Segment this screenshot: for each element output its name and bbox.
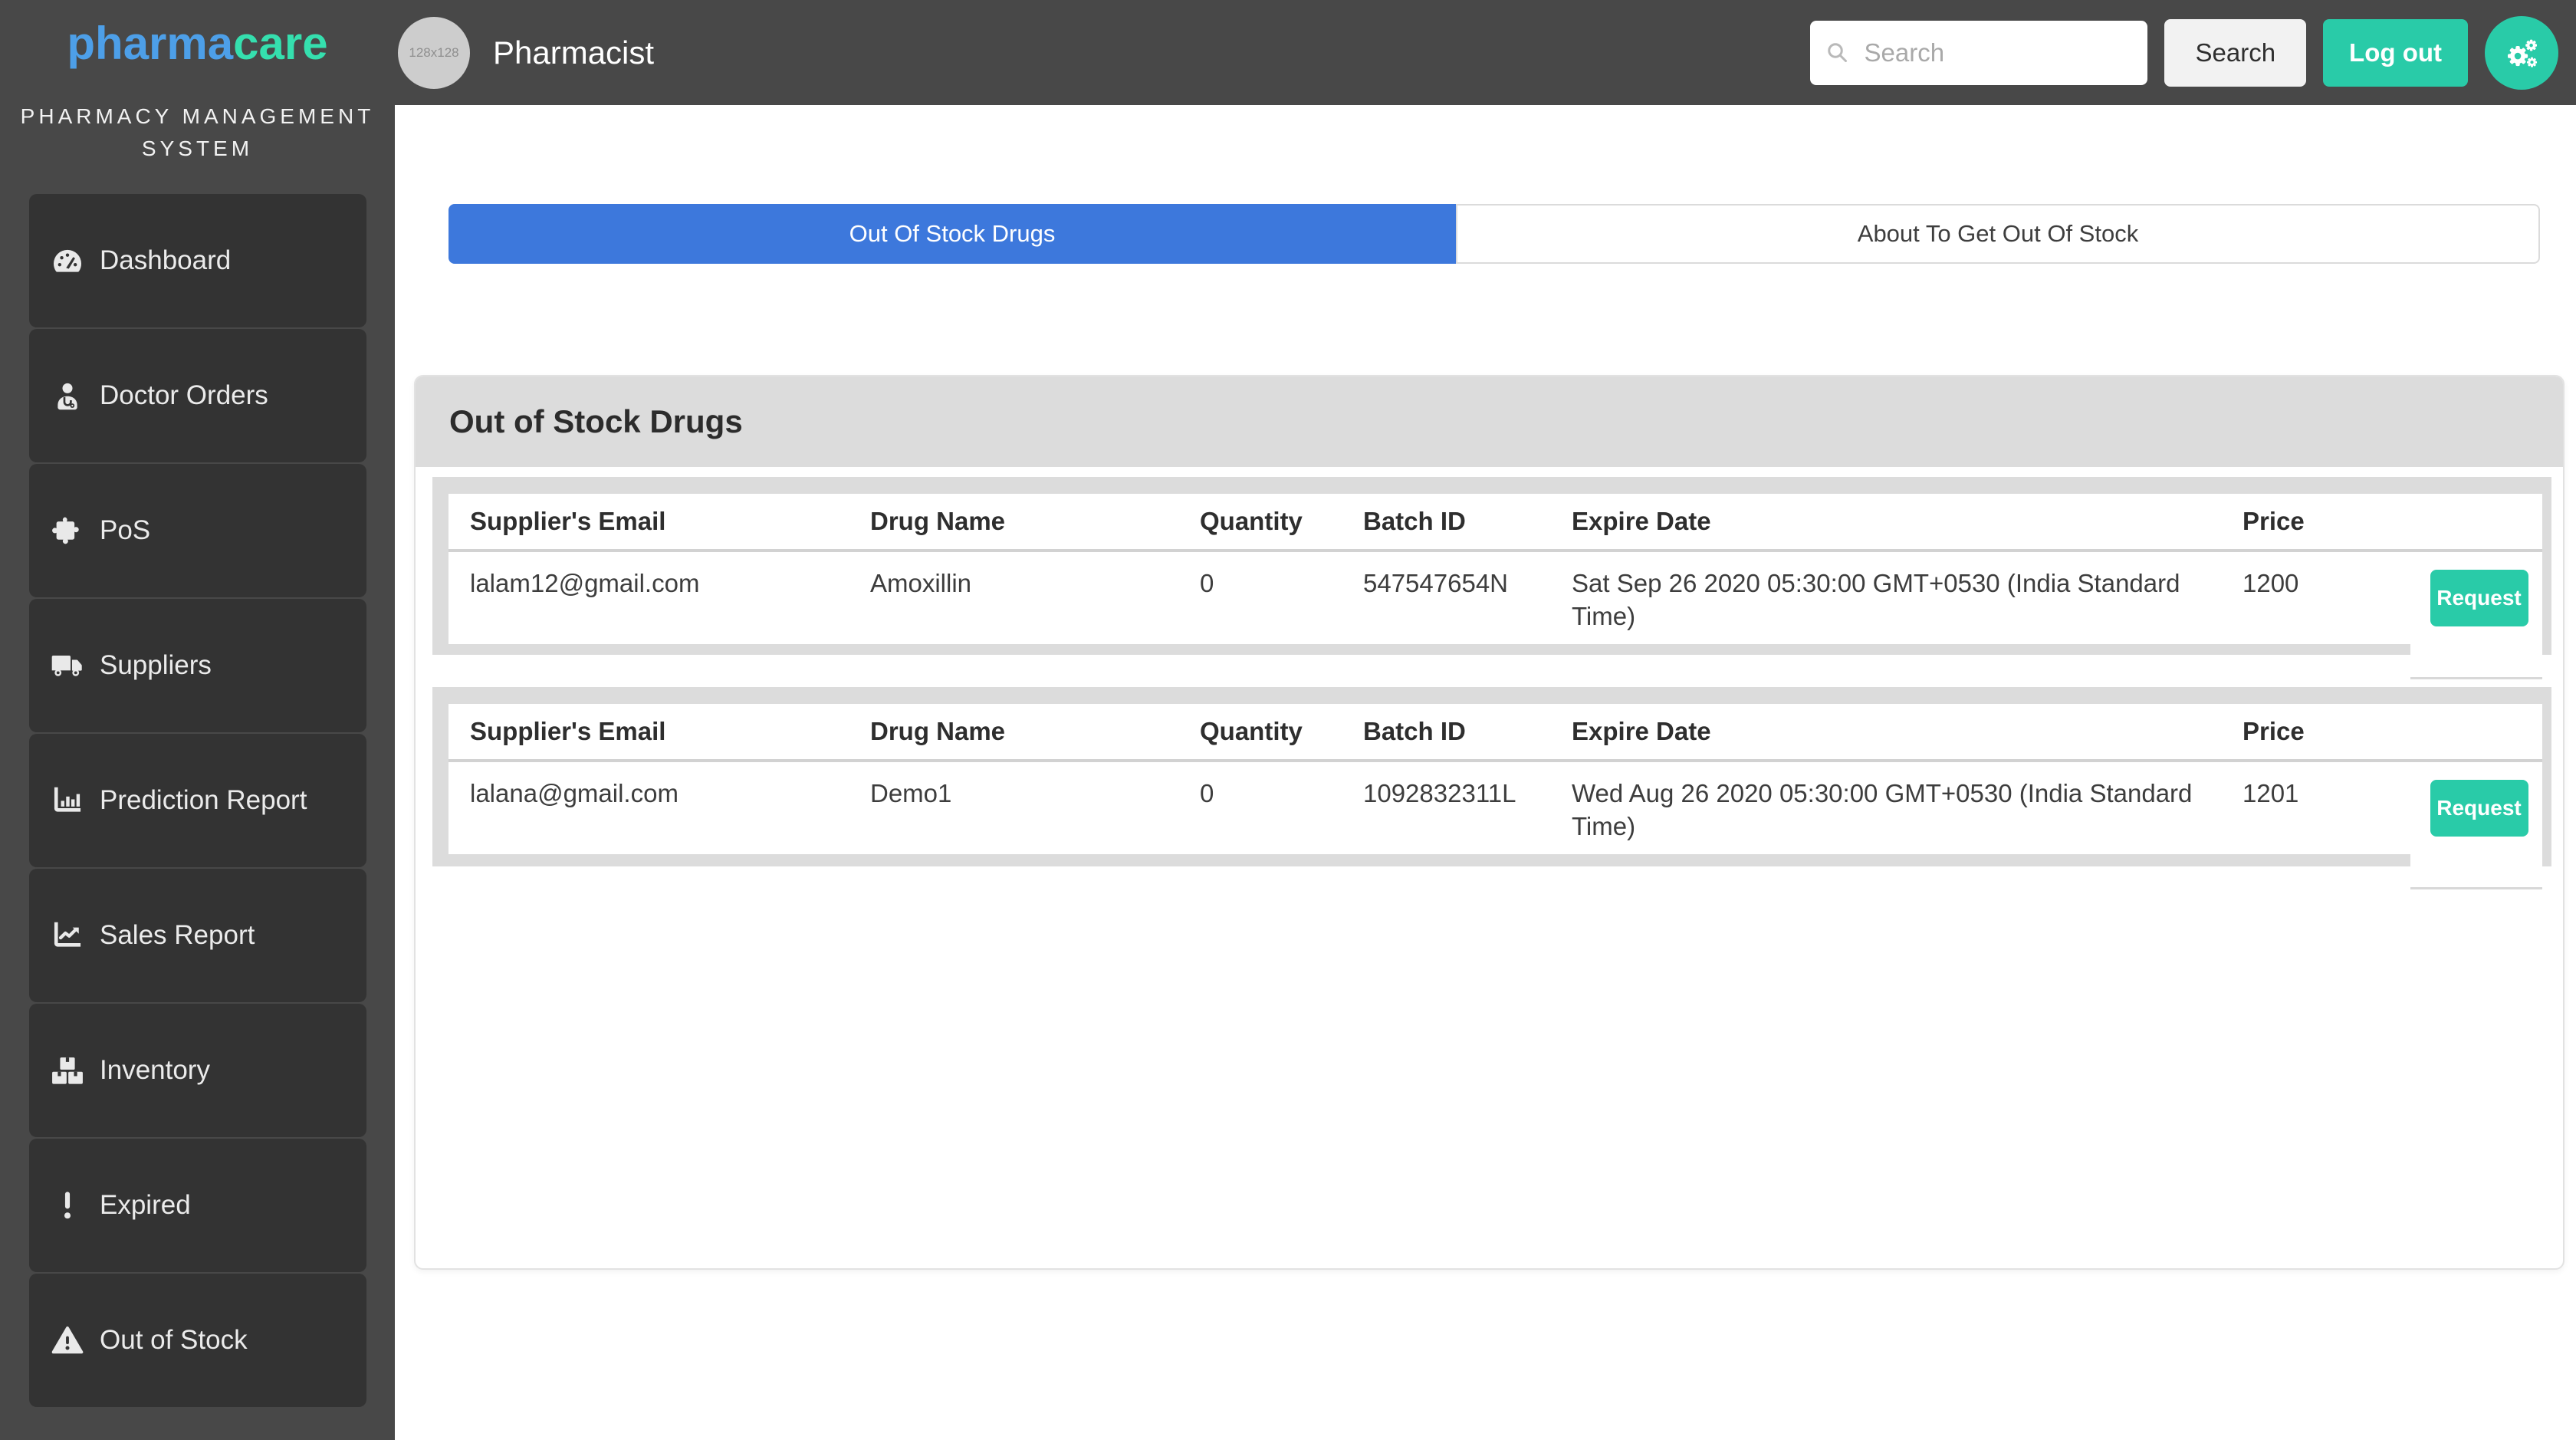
sidebar-item-label: Expired bbox=[100, 1190, 191, 1220]
col-quantity: Quantity bbox=[1178, 494, 1342, 552]
col-quantity: Quantity bbox=[1178, 704, 1342, 762]
gauge-icon bbox=[46, 243, 89, 278]
page-title: Pharmacist bbox=[493, 34, 655, 71]
out-of-stock-card: Out of Stock Drugs Supplier's Email Drug… bbox=[414, 375, 2564, 1270]
sidebar-item-prediction-report[interactable]: Prediction Report bbox=[29, 734, 366, 867]
sidebar-item-inventory[interactable]: Inventory bbox=[29, 1004, 366, 1137]
cell-action: Request bbox=[2416, 761, 2542, 854]
table-wrapper: Supplier's Email Drug Name Quantity Batc… bbox=[449, 704, 2542, 854]
search-icon bbox=[1828, 42, 1848, 62]
sidebar-item-out-of-stock[interactable]: Out of Stock bbox=[29, 1274, 366, 1407]
col-batch-id: Batch ID bbox=[1342, 704, 1550, 762]
brand-tagline-line1: PHARMACY MANAGEMENT bbox=[20, 104, 375, 128]
sidebar-item-label: Out of Stock bbox=[100, 1325, 248, 1355]
cell-quantity: 0 bbox=[1200, 779, 1214, 807]
sidebar: pharmacare PHARMACY MANAGEMENT SYSTEM Da… bbox=[0, 0, 395, 1440]
cell-drug-name: Amoxillin bbox=[870, 569, 972, 597]
action-column-tail bbox=[2410, 644, 2542, 679]
cell-quantity: 0 bbox=[1200, 569, 1214, 597]
col-action bbox=[2416, 704, 2542, 762]
table-panel-1: Supplier's Email Drug Name Quantity Batc… bbox=[432, 477, 2551, 679]
brand-tagline: PHARMACY MANAGEMENT SYSTEM bbox=[0, 100, 395, 165]
cell-batch-id: 1092832311L bbox=[1363, 779, 1516, 807]
col-price: Price bbox=[2221, 704, 2416, 762]
table-row: lalam12@gmail.com Amoxillin 0 547547654N… bbox=[449, 551, 2542, 644]
out-of-stock-table: Supplier's Email Drug Name Quantity Batc… bbox=[449, 494, 2542, 644]
cell-expire-date: Wed Aug 26 2020 05:30:00 GMT+0530 (India… bbox=[1572, 779, 2193, 840]
top-bar-actions: Search Log out bbox=[1810, 15, 2558, 90]
avatar: 128x128 bbox=[398, 16, 470, 89]
table-header-row: Supplier's Email Drug Name Quantity Batc… bbox=[449, 494, 2542, 552]
tab-bar: Out Of Stock Drugs About To Get Out Of S… bbox=[449, 204, 2540, 264]
warning-triangle-icon bbox=[46, 1323, 89, 1358]
logout-button[interactable]: Log out bbox=[2323, 18, 2468, 87]
sidebar-item-dashboard[interactable]: Dashboard bbox=[29, 194, 366, 327]
col-drug-name: Drug Name bbox=[849, 704, 1178, 762]
settings-button[interactable] bbox=[2485, 15, 2558, 90]
sidebar-item-label: Dashboard bbox=[100, 245, 232, 275]
brand: pharmacare PHARMACY MANAGEMENT SYSTEM bbox=[0, 0, 395, 165]
cell-expire-date: Sat Sep 26 2020 05:30:00 GMT+0530 (India… bbox=[1572, 569, 2180, 630]
col-price: Price bbox=[2221, 494, 2416, 552]
sidebar-item-label: Prediction Report bbox=[100, 785, 307, 815]
cell-supplier-email: lalam12@gmail.com bbox=[470, 569, 700, 597]
col-drug-name: Drug Name bbox=[849, 494, 1178, 552]
brand-tagline-line2: SYSTEM bbox=[141, 136, 254, 160]
sidebar-item-label: Doctor Orders bbox=[100, 380, 268, 410]
col-expire-date: Expire Date bbox=[1550, 494, 2221, 552]
brand-logo: pharmacare bbox=[0, 17, 395, 70]
col-batch-id: Batch ID bbox=[1342, 494, 1550, 552]
cell-action: Request bbox=[2416, 551, 2542, 644]
cell-supplier-email: lalana@gmail.com bbox=[470, 779, 678, 807]
tab-about-to-get-out-of-stock[interactable]: About To Get Out Of Stock bbox=[1456, 204, 2540, 264]
brand-logo-part1: pharma bbox=[67, 18, 234, 69]
sidebar-item-pos[interactable]: PoS bbox=[29, 464, 366, 597]
col-expire-date: Expire Date bbox=[1550, 704, 2221, 762]
request-button[interactable]: Request bbox=[2430, 779, 2528, 837]
cell-price: 1200 bbox=[2242, 569, 2299, 597]
sidebar-item-label: PoS bbox=[100, 515, 151, 545]
col-action bbox=[2416, 494, 2542, 552]
brand-logo-part2: care bbox=[233, 18, 328, 69]
search-button[interactable]: Search bbox=[2164, 18, 2307, 87]
cell-drug-name: Demo1 bbox=[870, 779, 952, 807]
table-row: lalana@gmail.com Demo1 0 1092832311L Wed… bbox=[449, 761, 2542, 854]
user-doctor-icon bbox=[46, 378, 89, 413]
request-button[interactable]: Request bbox=[2430, 569, 2528, 626]
truck-icon bbox=[46, 648, 89, 683]
boxes-icon bbox=[46, 1053, 89, 1088]
gears-icon bbox=[2508, 39, 2538, 67]
search-input[interactable] bbox=[1864, 38, 2190, 67]
search-box[interactable] bbox=[1810, 20, 2190, 85]
out-of-stock-table: Supplier's Email Drug Name Quantity Batc… bbox=[449, 704, 2542, 854]
table-header-row: Supplier's Email Drug Name Quantity Batc… bbox=[449, 704, 2542, 762]
action-column-tail bbox=[2410, 854, 2542, 889]
sidebar-nav: Dashboard Doctor Orders PoS Suppliers Pr bbox=[29, 194, 366, 1409]
sidebar-item-label: Inventory bbox=[100, 1055, 210, 1085]
col-supplier-email: Supplier's Email bbox=[449, 494, 849, 552]
exclamation-icon bbox=[46, 1188, 89, 1223]
cell-batch-id: 547547654N bbox=[1363, 569, 1509, 597]
sidebar-item-label: Suppliers bbox=[100, 650, 212, 680]
sidebar-item-sales-report[interactable]: Sales Report bbox=[29, 869, 366, 1002]
sidebar-item-doctor-orders[interactable]: Doctor Orders bbox=[29, 329, 366, 462]
sidebar-item-label: Sales Report bbox=[100, 920, 255, 950]
card-title: Out of Stock Drugs bbox=[416, 376, 2563, 467]
chart-column-icon bbox=[46, 783, 89, 818]
table-panel-2: Supplier's Email Drug Name Quantity Batc… bbox=[432, 687, 2551, 889]
col-supplier-email: Supplier's Email bbox=[449, 704, 849, 762]
table-wrapper: Supplier's Email Drug Name Quantity Batc… bbox=[449, 494, 2542, 644]
puzzle-piece-icon bbox=[46, 513, 89, 548]
chart-line-icon bbox=[46, 918, 89, 953]
avatar-placeholder-text: 128x128 bbox=[409, 44, 459, 60]
top-bar: 128x128 Pharmacist Search Log out bbox=[395, 0, 2576, 105]
cell-price: 1201 bbox=[2242, 779, 2299, 807]
sidebar-item-suppliers[interactable]: Suppliers bbox=[29, 599, 366, 732]
tab-out-of-stock-drugs[interactable]: Out Of Stock Drugs bbox=[449, 204, 1456, 264]
sidebar-item-expired[interactable]: Expired bbox=[29, 1139, 366, 1272]
